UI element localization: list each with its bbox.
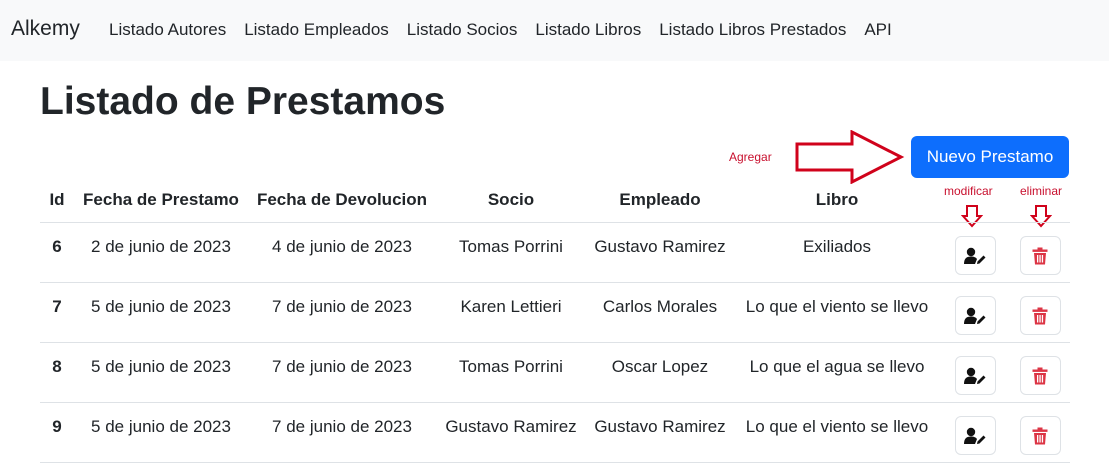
cell-member: Gustavo Ramirez (436, 402, 586, 463)
trash-icon (1032, 427, 1048, 445)
nav-link-libros[interactable]: Listado Libros (535, 20, 641, 40)
nav-link-libros-prestados[interactable]: Listado Libros Prestados (659, 20, 846, 40)
cell-employee: Carlos Morales (586, 282, 734, 343)
edit-button[interactable] (954, 236, 996, 275)
column-header-edit (940, 178, 1010, 223)
cell-loan-date: 5 de junio de 2023 (74, 402, 248, 463)
user-edit-icon (964, 247, 986, 264)
cell-employee: Gustavo Ramirez (586, 222, 734, 283)
edit-button[interactable] (954, 296, 996, 335)
cell-delete (1010, 342, 1070, 403)
nav-link-autores[interactable]: Listado Autores (109, 20, 226, 40)
cell-id: 8 (40, 342, 74, 403)
column-header-employee: Empleado (586, 178, 734, 223)
cell-return-date: 7 de junio de 2023 (248, 342, 436, 403)
column-header-loan-date: Fecha de Prestamo (74, 178, 248, 223)
delete-button[interactable] (1019, 296, 1061, 335)
user-edit-icon (964, 367, 986, 384)
annotation-add-label: Agregar (729, 150, 772, 164)
cell-edit (940, 402, 1010, 463)
nav-link-socios[interactable]: Listado Socios (407, 20, 518, 40)
table-row: 6 2 de junio de 2023 4 de junio de 2023 … (40, 222, 1070, 283)
cell-member: Tomas Porrini (436, 342, 586, 403)
delete-button[interactable] (1019, 416, 1061, 455)
cell-delete (1010, 222, 1070, 283)
column-header-book: Libro (734, 178, 940, 223)
user-edit-icon (964, 427, 986, 444)
edit-button[interactable] (954, 416, 996, 455)
cell-loan-date: 2 de junio de 2023 (74, 222, 248, 283)
table-row: 7 5 de junio de 2023 7 de junio de 2023 … (40, 282, 1070, 343)
nav-link-empleados[interactable]: Listado Empleados (244, 20, 389, 40)
trash-icon (1032, 307, 1048, 325)
column-header-delete (1010, 178, 1070, 223)
cell-edit (940, 222, 1010, 283)
table-row: 8 5 de junio de 2023 7 de junio de 2023 … (40, 342, 1070, 403)
delete-button[interactable] (1019, 356, 1061, 395)
nav-links: Listado Autores Listado Empleados Listad… (109, 20, 910, 40)
trash-icon (1032, 367, 1048, 385)
cell-return-date: 4 de junio de 2023 (248, 222, 436, 283)
edit-button[interactable] (954, 356, 996, 395)
column-header-return-date: Fecha de Devolucion (248, 178, 436, 223)
cell-member: Tomas Porrini (436, 222, 586, 283)
cell-loan-date: 5 de junio de 2023 (74, 342, 248, 403)
cell-id: 7 (40, 282, 74, 343)
table-header-row: Id Fecha de Prestamo Fecha de Devolucion… (40, 178, 1070, 223)
page-title: Listado de Prestamos (40, 80, 446, 123)
cell-book: Lo que el agua se llevo (734, 342, 940, 403)
column-header-member: Socio (436, 178, 586, 223)
trash-icon (1032, 247, 1048, 265)
top-navbar: Alkemy Listado Autores Listado Empleados… (0, 0, 1109, 61)
cell-delete (1010, 402, 1070, 463)
cell-loan-date: 5 de junio de 2023 (74, 282, 248, 343)
cell-return-date: 7 de junio de 2023 (248, 282, 436, 343)
cell-employee: Gustavo Ramirez (586, 402, 734, 463)
cell-id: 9 (40, 402, 74, 463)
column-header-id: Id (40, 178, 74, 223)
cell-delete (1010, 282, 1070, 343)
delete-button[interactable] (1019, 236, 1061, 275)
cell-edit (940, 342, 1010, 403)
cell-member: Karen Lettieri (436, 282, 586, 343)
cell-book: Lo que el viento se llevo (734, 282, 940, 343)
cell-book: Exiliados (734, 222, 940, 283)
cell-id: 6 (40, 222, 74, 283)
cell-return-date: 7 de junio de 2023 (248, 402, 436, 463)
cell-edit (940, 282, 1010, 343)
table-row: 9 5 de junio de 2023 7 de junio de 2023 … (40, 402, 1070, 463)
brand-logo-text[interactable]: Alkemy (11, 17, 80, 41)
cell-employee: Oscar Lopez (586, 342, 734, 403)
annotation-right-arrow-icon (795, 130, 905, 184)
cell-book: Lo que el viento se llevo (734, 402, 940, 463)
nav-link-api[interactable]: API (864, 20, 891, 40)
loans-table: Id Fecha de Prestamo Fecha de Devolucion… (40, 178, 1070, 463)
new-loan-button[interactable]: Nuevo Prestamo (911, 136, 1069, 178)
user-edit-icon (964, 307, 986, 324)
